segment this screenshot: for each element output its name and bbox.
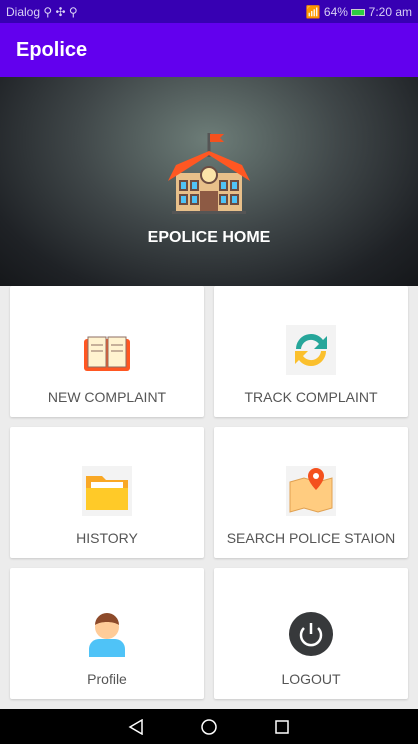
track-complaint-button[interactable]: TRACK COMPLAINT <box>214 286 408 417</box>
app-bar: Epolice <box>0 23 418 77</box>
search-police-station-button[interactable]: SEARCH POLICE STAION <box>214 427 408 558</box>
card-label: Profile <box>87 671 127 687</box>
home-icon[interactable] <box>200 718 218 736</box>
battery-icon <box>351 8 366 16</box>
refresh-icon <box>286 325 336 375</box>
card-label: LOGOUT <box>281 671 341 687</box>
menu-grid: NEW COMPLAINT TRACK COMPLAINT HISTORY SE… <box>10 286 408 699</box>
user-icon <box>89 613 125 657</box>
card-label: HISTORY <box>76 530 138 546</box>
recents-icon[interactable] <box>274 719 290 735</box>
clock: 7:20 am <box>368 4 412 19</box>
hero-title: EPOLICE HOME <box>147 229 271 246</box>
card-label: NEW COMPLAINT <box>47 389 167 405</box>
map-pin-icon <box>286 466 336 516</box>
new-complaint-button[interactable]: NEW COMPLAINT <box>10 286 204 417</box>
back-icon[interactable] <box>128 718 144 735</box>
status-bar: Dialog ⚲ ✣ ⚲ 📶 64% 7:20 am <box>0 0 418 23</box>
card-label: TRACK COMPLAINT <box>244 389 378 405</box>
card-label: SEARCH POLICE STAION <box>226 530 396 546</box>
status-right: 📶 64% 7:20 am <box>305 4 412 19</box>
hero-banner: EPOLICE HOME <box>0 77 418 286</box>
battery-level: 64% <box>323 4 348 19</box>
app-title: Epolice <box>16 38 88 61</box>
history-button[interactable]: HISTORY <box>10 427 204 558</box>
status-left: Dialog ⚲ ✣ ⚲ <box>6 4 78 19</box>
folder-icon <box>82 466 132 516</box>
school-icon <box>168 133 250 214</box>
logout-button[interactable]: LOGOUT <box>214 568 408 699</box>
book-icon <box>84 336 130 371</box>
system-nav-bar <box>0 709 418 744</box>
profile-button[interactable]: Profile <box>10 568 204 699</box>
power-icon <box>289 612 333 656</box>
